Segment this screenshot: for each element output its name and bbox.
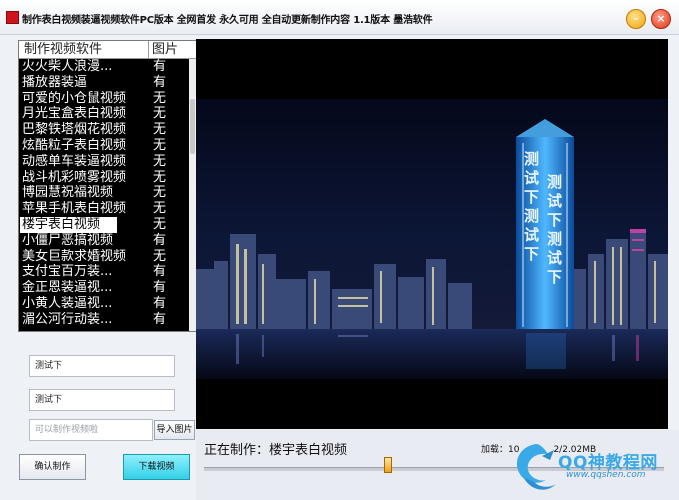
watermark: QQ神教程网 www.qqshen.com (506, 438, 679, 500)
column-header-picture[interactable]: 图片 (149, 41, 189, 58)
list-item[interactable]: 可爱的小仓鼠视频 无 (19, 91, 189, 107)
list-item-name: 美女巨款求婚视频 (22, 248, 127, 264)
status-bar: 正在制作：楼宇表白视频 加载：10 2/2.02MB QQ神教程网 www.qqs… (196, 430, 679, 500)
text-input-1[interactable]: 测试下 (29, 355, 175, 377)
list-item[interactable]: 楼宇表白视频 无 (19, 216, 189, 233)
title-bar: 制作表白视频装逼视频软件PC版本 全网首发 永久可用 全自动更新制作内容 1.1… (0, 0, 679, 35)
list-item[interactable]: 湄公河行动装... 有 (19, 312, 189, 328)
dragon-logo-icon (516, 444, 556, 490)
list-item-name: 巴黎铁塔烟花视频 (22, 122, 127, 138)
list-item-picture: 无 (153, 216, 167, 232)
list-item-picture: 无 (153, 137, 167, 153)
list-item[interactable]: 巴黎铁塔烟花视频 无 (19, 122, 189, 138)
list-item-name: 湄公河行动装... (22, 311, 113, 327)
list-item-name: 小黄人装逼视... (22, 295, 113, 311)
window-title: 制作表白视频装逼视频软件PC版本 全网首发 永久可用 全自动更新制作内容 1.1… (22, 15, 433, 26)
list-item-name: 动感单车装逼视频 (22, 153, 127, 169)
video-frame: 测试下测试下 测试下测试下 (196, 39, 668, 429)
list-item-name: 火火柴人浪漫... (22, 59, 113, 74)
list-item[interactable]: 炫酷粒子表白视频 无 (19, 138, 189, 154)
list-item-picture: 有 (153, 295, 167, 311)
list-item-picture: 有 (153, 311, 167, 327)
list-item-picture: 无 (153, 90, 167, 106)
list-item-name: 播放器装逼 (22, 74, 88, 90)
minimize-button[interactable]: – (626, 9, 646, 29)
video-template-list[interactable]: 制作视频软件 图片 火火柴人浪漫... 有播放器装逼有可爱的小仓鼠视频无月光宝盒表… (18, 40, 197, 332)
list-item[interactable]: 美女巨款求婚视频 无 (19, 249, 189, 265)
list-item-name: 月光宝盒表白视频 (22, 106, 127, 122)
list-item-name: 可爱的小仓鼠视频 (22, 90, 127, 106)
list-item-picture: 无 (153, 201, 167, 217)
video-preview[interactable]: 测试下测试下 测试下测试下 (196, 39, 668, 429)
list-item[interactable]: 博园慧祝福视频 无 (19, 185, 189, 201)
list-item[interactable]: 支付宝百万装... 有 (19, 264, 189, 280)
image-path-input[interactable]: 可以制作视频啦 (29, 419, 153, 441)
tower-caption-left: 测试下测试下 (522, 150, 540, 265)
list-scrollbar[interactable] (189, 59, 196, 331)
list-item-picture: 有 (153, 59, 167, 74)
app-icon (6, 11, 19, 24)
list-rows: 火火柴人浪漫... 有播放器装逼有可爱的小仓鼠视频无月光宝盒表白视频无巴黎铁塔烟花… (19, 59, 189, 328)
list-item-name: 楼宇表白视频 (20, 216, 117, 233)
list-item[interactable]: 苹果手机表白视频 无 (19, 201, 189, 217)
list-item-name: 炫酷粒子表白视频 (22, 137, 127, 153)
list-item[interactable]: 播放器装逼 有 (19, 75, 189, 91)
close-button[interactable]: × (651, 9, 671, 29)
list-item[interactable]: 金正恩装逼视... 有 (19, 280, 189, 296)
watermark-url: www.qqshen.com (566, 470, 646, 480)
list-item[interactable]: 小僵尸恶搞视频 有 (19, 233, 189, 249)
import-image-button[interactable]: 导入图片 (154, 420, 195, 440)
status-label: 正在制作：楼宇表白视频 (204, 443, 348, 458)
slider-thumb[interactable] (384, 457, 392, 473)
list-item-name: 金正恩装逼视... (22, 280, 113, 296)
list-item-picture: 无 (153, 122, 167, 138)
list-item[interactable]: 火火柴人浪漫... 有 (19, 59, 189, 75)
text-input-2[interactable]: 测试下 (29, 389, 175, 411)
list-item[interactable]: 小黄人装逼视... 有 (19, 296, 189, 312)
list-header: 制作视频软件 图片 (19, 41, 196, 59)
list-item-picture: 无 (153, 169, 167, 185)
download-video-button[interactable]: 下载视频 (123, 454, 190, 480)
list-item-picture: 有 (153, 280, 167, 296)
list-item-picture: 无 (153, 185, 167, 201)
list-item-name: 小僵尸恶搞视频 (22, 232, 114, 248)
list-item-name: 支付宝百万装... (22, 264, 113, 280)
column-header-name[interactable]: 制作视频软件 (19, 41, 149, 58)
list-item-picture: 无 (153, 153, 167, 169)
list-item-picture: 无 (153, 106, 167, 122)
list-item[interactable]: 月光宝盒表白视频 无 (19, 106, 189, 122)
scrollbar-thumb[interactable] (190, 99, 195, 154)
list-item-picture: 有 (153, 232, 167, 248)
list-item[interactable]: 动感单车装逼视频 无 (19, 154, 189, 170)
tower-caption-right: 测试下测试下 (545, 173, 563, 288)
confirm-make-button[interactable]: 确认制作 (19, 454, 86, 480)
list-item-picture: 有 (153, 74, 167, 90)
list-item[interactable]: 战斗机彩喷雾视频 无 (19, 170, 189, 186)
left-panel: 制作视频软件 图片 火火柴人浪漫... 有播放器装逼有可爱的小仓鼠视频无月光宝盒表… (0, 35, 197, 500)
list-item-name: 博园慧祝福视频 (22, 185, 114, 201)
list-item-picture: 有 (153, 264, 167, 280)
list-item-picture: 无 (153, 248, 167, 264)
list-item-name: 战斗机彩喷雾视频 (22, 169, 127, 185)
list-item-name: 苹果手机表白视频 (22, 201, 127, 217)
